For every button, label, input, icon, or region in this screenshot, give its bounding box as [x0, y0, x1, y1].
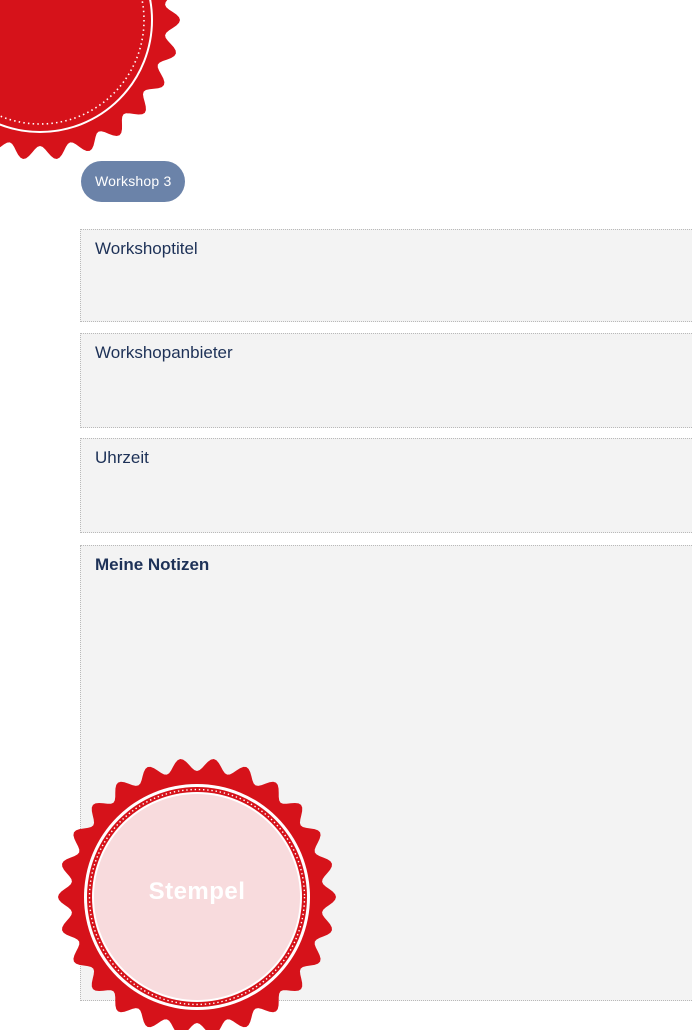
time-label: Uhrzeit	[95, 448, 149, 467]
workshop-provider-field[interactable]: Workshopanbieter	[80, 333, 692, 428]
stamp-label: Stempel	[148, 878, 246, 905]
seal-badge-icon	[0, 0, 180, 159]
workshop-title-field[interactable]: Workshoptitel	[80, 229, 692, 322]
workshop-number-badge: Workshop 3	[81, 161, 186, 202]
workshop-title-label: Workshoptitel	[95, 239, 198, 258]
notes-label: Meine Notizen	[95, 555, 210, 574]
time-field[interactable]: Uhrzeit	[80, 438, 692, 533]
workshop-provider-label: Workshopanbieter	[95, 343, 233, 362]
workshop-card-page: Workshop 3 Workshoptitel Workshopanbiete…	[0, 0, 692, 1030]
